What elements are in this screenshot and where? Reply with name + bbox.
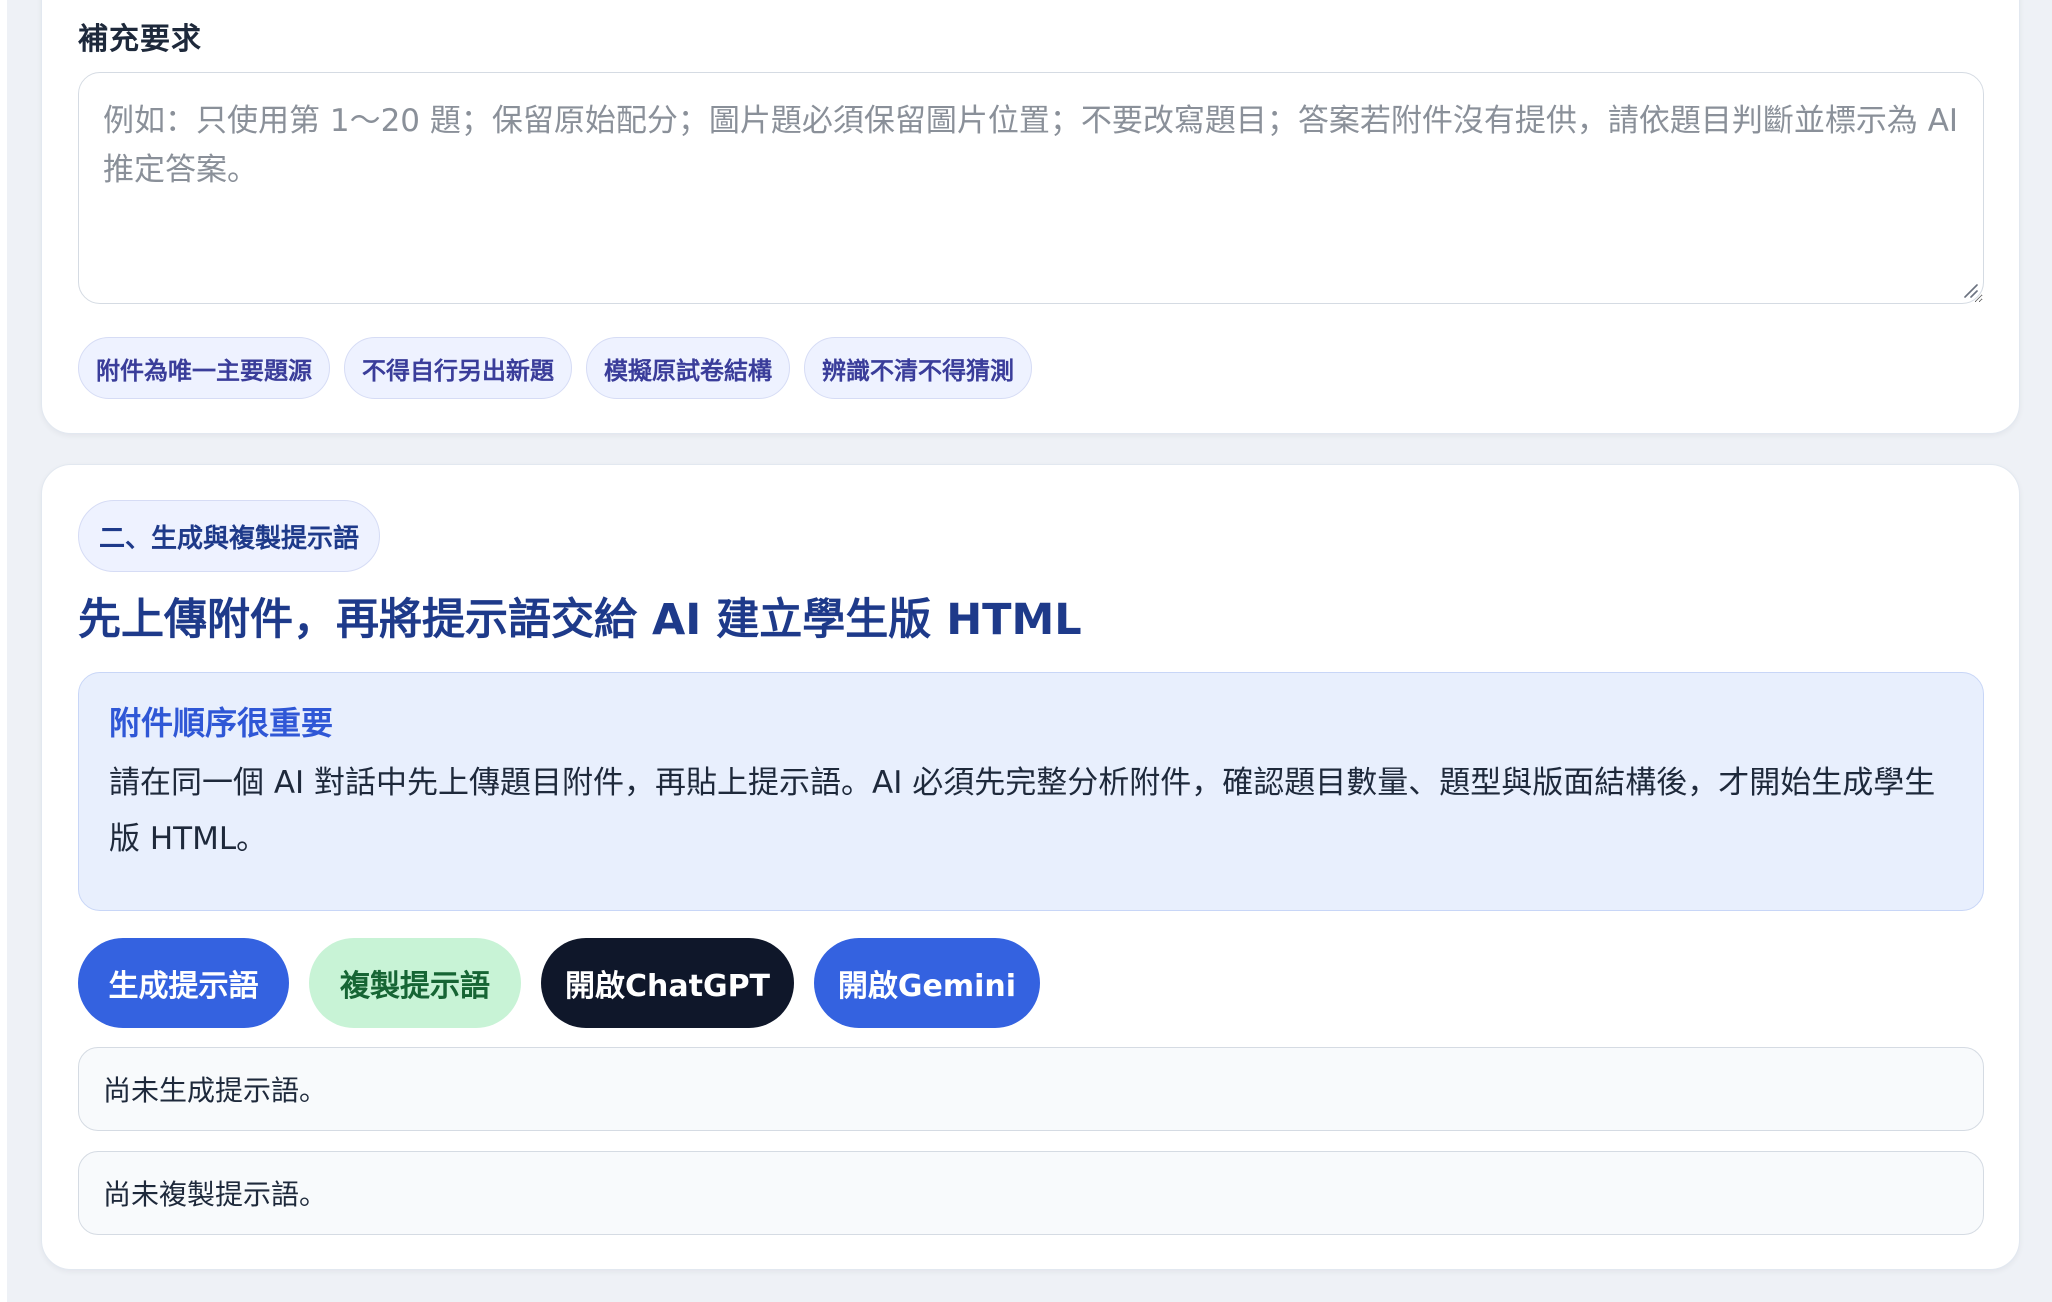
page: 補充要求 附件為唯一主要題源 不得自行另出新題 模擬原試卷結構 辨識不清不得猜測… <box>0 0 2052 1302</box>
chip-no-new-questions[interactable]: 不得自行另出新題 <box>344 337 572 399</box>
open-gemini-button[interactable]: 開啟Gemini <box>814 938 1040 1028</box>
notice-title: 附件順序很重要 <box>109 704 334 742</box>
generate-prompt-button[interactable]: 生成提示語 <box>78 938 289 1028</box>
quick-requirement-chips: 附件為唯一主要題源 不得自行另出新題 模擬原試卷結構 辨識不清不得猜測 <box>78 337 1032 399</box>
action-buttons: 生成提示語 複製提示語 開啟ChatGPT 開啟Gemini <box>78 938 1040 1028</box>
supplement-textarea[interactable] <box>78 72 1984 304</box>
left-gutter <box>0 0 7 1302</box>
notice-body: 請在同一個 AI 對話中先上傳題目附件，再貼上提示語。AI 必須先完整分析附件，… <box>109 765 1936 857</box>
open-chatgpt-button[interactable]: 開啟ChatGPT <box>541 938 794 1028</box>
section-heading: 先上傳附件，再將提示語交給 AI 建立學生版 HTML <box>78 595 1082 645</box>
chip-attachment-sole-source[interactable]: 附件為唯一主要題源 <box>78 337 330 399</box>
generate-status: 尚未生成提示語。 <box>78 1047 1984 1131</box>
section-step-badge: 二、生成與複製提示語 <box>78 500 381 572</box>
copy-status: 尚未複製提示語。 <box>78 1151 1984 1235</box>
supplement-label: 補充要求 <box>78 22 202 57</box>
copy-prompt-button[interactable]: 複製提示語 <box>309 938 521 1028</box>
chip-mimic-exam-structure[interactable]: 模擬原試卷結構 <box>586 337 790 399</box>
attachment-order-notice: 附件順序很重要 請在同一個 AI 對話中先上傳題目附件，再貼上提示語。AI 必須… <box>78 672 1984 911</box>
chip-no-guessing[interactable]: 辨識不清不得猜測 <box>804 337 1032 399</box>
resize-handle-icon[interactable] <box>1962 282 1978 298</box>
